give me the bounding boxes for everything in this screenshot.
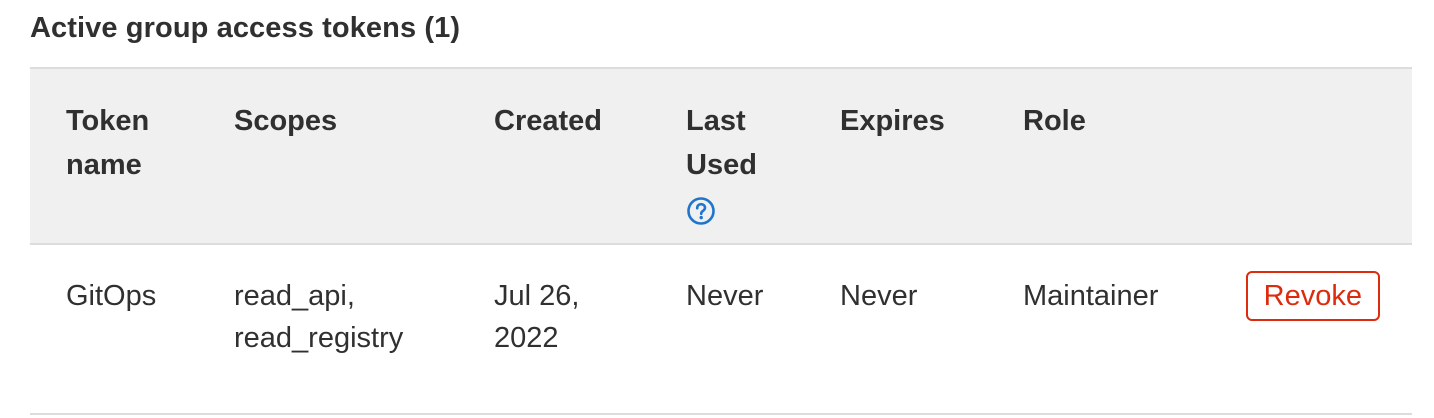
column-header-expires: Expires bbox=[804, 68, 987, 244]
table-header-row: Token name Scopes Created Last Used Expi… bbox=[30, 68, 1412, 244]
active-tokens-table: Token name Scopes Created Last Used Expi… bbox=[30, 67, 1412, 415]
cell-token-name: GitOps bbox=[66, 280, 157, 312]
question-circle-icon[interactable] bbox=[686, 195, 716, 225]
column-header-role-label: Role bbox=[1023, 105, 1086, 137]
column-header-created: Created bbox=[458, 68, 650, 244]
column-header-expires-label: Expires bbox=[840, 105, 945, 137]
cell-last-used: Never bbox=[686, 280, 764, 312]
column-header-actions bbox=[1207, 68, 1412, 244]
column-header-scopes: Scopes bbox=[198, 68, 458, 244]
cell-scopes: read_api, read_registry bbox=[234, 280, 404, 354]
column-header-last-used-label: Last Used bbox=[686, 105, 757, 181]
column-header-token-name: Token name bbox=[30, 68, 198, 244]
revoke-button[interactable]: Revoke bbox=[1245, 271, 1380, 321]
section-title: Active group access tokens (1) bbox=[30, 12, 461, 44]
cell-actions: Revoke bbox=[1207, 244, 1412, 414]
cell-created: Jul 26, 2022 bbox=[494, 280, 580, 354]
cell-expires: Never bbox=[840, 280, 918, 312]
column-header-scopes-label: Scopes bbox=[234, 105, 338, 137]
column-header-role: Role bbox=[987, 68, 1207, 244]
column-header-created-label: Created bbox=[494, 105, 602, 137]
access-tokens-section: Active group access tokens (1) Token nam… bbox=[0, 0, 1434, 418]
column-header-last-used: Last Used bbox=[650, 68, 804, 244]
cell-role: Maintainer bbox=[1023, 280, 1159, 312]
table-body: GitOps read_api, read_registry Jul 26, 2… bbox=[30, 244, 1412, 414]
table-row: GitOps read_api, read_registry Jul 26, 2… bbox=[30, 244, 1412, 414]
column-header-token-name-label: Token name bbox=[66, 105, 150, 181]
table-header: Token name Scopes Created Last Used Expi… bbox=[30, 68, 1412, 244]
